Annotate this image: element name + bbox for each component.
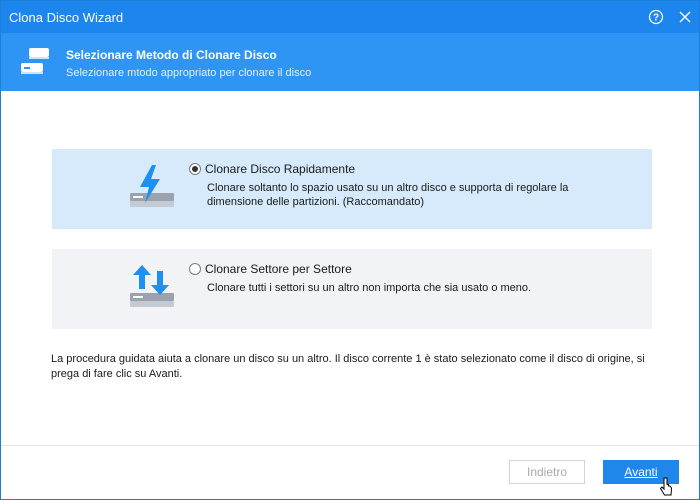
sector-clone-description: Clonare tutti i settori su un altro non … xyxy=(207,282,532,294)
next-button-label: Avanti xyxy=(624,465,658,479)
back-button-label: Indietro xyxy=(526,465,568,479)
header-title: Selezionare Metodo di Clonare Disco xyxy=(66,48,277,62)
close-icon xyxy=(679,11,691,23)
fast-clone-radio[interactable] xyxy=(189,163,201,175)
mouse-cursor-icon xyxy=(659,477,673,496)
help-glyph: ? xyxy=(653,13,659,24)
help-icon: ? xyxy=(648,9,664,25)
sector-clone-radio[interactable] xyxy=(189,263,201,275)
option-sector-clone[interactable]: Clonare Settore per Settore Clonare tutt… xyxy=(52,249,652,329)
fast-clone-label[interactable]: Clonare Disco Rapidamente xyxy=(205,162,355,176)
wizard-window: Clona Disco Wizard ? Selezionare Metodo … xyxy=(0,0,700,500)
wizard-header: Selezionare Metodo di Clonare Disco Sele… xyxy=(1,33,699,91)
footer-divider xyxy=(1,445,699,446)
window-title: Clona Disco Wizard xyxy=(9,10,124,25)
option-fast-clone[interactable]: Clonare Disco Rapidamente Clonare soltan… xyxy=(52,149,652,229)
disks-icon xyxy=(21,48,49,74)
fast-clone-description: Clonare soltanto lo spazio usato su un a… xyxy=(207,182,569,208)
header-subtitle: Selezionare mtodo appropriato per clonar… xyxy=(66,67,312,79)
info-text: La procedura guidata aiuta a clonare un … xyxy=(51,353,645,380)
back-button[interactable]: Indietro xyxy=(509,460,585,484)
lightning-disk-icon xyxy=(130,165,174,207)
help-button[interactable]: ? xyxy=(646,7,666,27)
close-button[interactable] xyxy=(675,7,695,27)
arrows-disk-icon xyxy=(130,265,174,307)
title-bar[interactable]: Clona Disco Wizard ? xyxy=(1,1,699,33)
sector-clone-label[interactable]: Clonare Settore per Settore xyxy=(205,262,352,276)
